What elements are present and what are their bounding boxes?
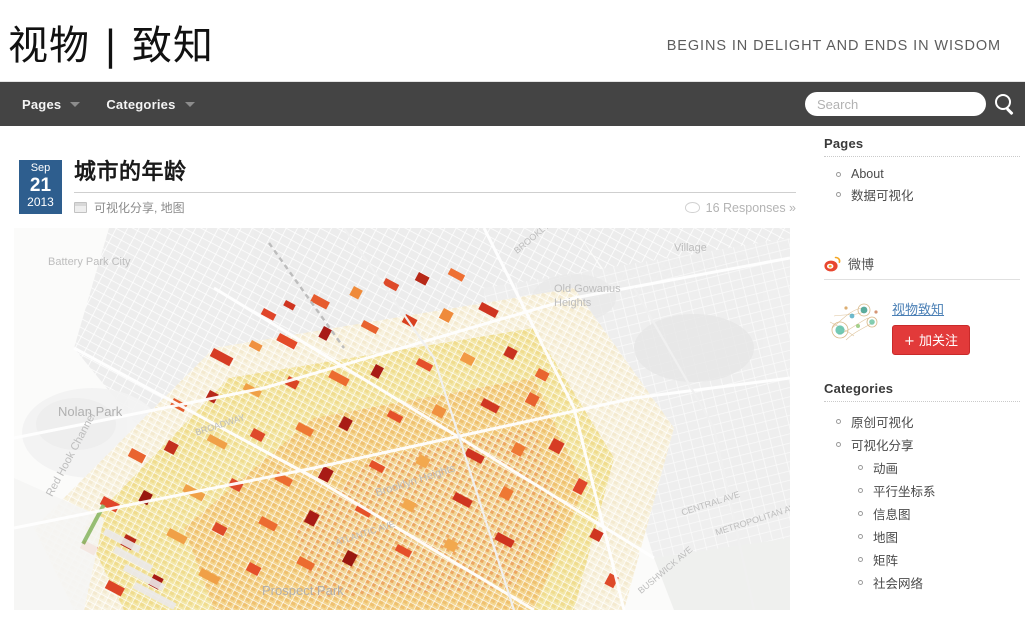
bullet-icon — [858, 534, 863, 539]
post-date-month: Sep — [30, 162, 51, 174]
categories-sub-list: 动画 平行坐标系 信息图 地图 矩阵 社会网络 — [836, 456, 1020, 594]
sidebar-item-original-visualization[interactable]: 原创可视化 — [836, 410, 1020, 433]
categories-list: 原创可视化 可视化分享 动画 平行坐标系 信息图 地图 矩阵 社会网络 — [824, 410, 1020, 594]
sidebar-item-social-network[interactable]: 社会网络 — [858, 571, 1020, 594]
page-body: Sep 21 2013 城市的年龄 可视化分享, 地图 16 Responses… — [0, 126, 1025, 632]
list-item: 矩阵 — [858, 548, 1020, 571]
post-responses-link[interactable]: 16 Responses » — [684, 200, 796, 215]
sidebar-item-infographic[interactable]: 信息图 — [858, 502, 1020, 525]
sidebar-item-label: 信息图 — [873, 508, 911, 522]
post-date-day: 21 — [29, 174, 52, 196]
nav-item-pages-label: Pages — [22, 96, 62, 112]
bullet-icon — [858, 488, 863, 493]
post-responses-text: 16 Responses » — [705, 200, 796, 215]
bullet-icon — [836, 192, 841, 197]
post-meta: 可视化分享, 地图 16 Responses » — [74, 192, 796, 216]
list-item: 数据可视化 — [836, 183, 1020, 206]
sidebar-item-label: 可视化分享 — [851, 439, 914, 453]
list-item: 信息图 — [858, 502, 1020, 525]
chevron-down-icon — [184, 101, 195, 107]
sidebar-item-label: 地图 — [873, 531, 899, 545]
widget-categories-title: Categories — [824, 381, 894, 396]
network-graph-avatar[interactable] — [824, 296, 886, 348]
post-article: Sep 21 2013 城市的年龄 可视化分享, 地图 16 Responses… — [14, 126, 796, 610]
weibo-username-link[interactable]: 视物致知 — [892, 299, 944, 318]
weibo-info: 视物致知 + 加关注 — [892, 296, 971, 355]
sidebar-item-label: 平行坐标系 — [873, 485, 936, 499]
sidebar-item-matrix[interactable]: 矩阵 — [858, 548, 1020, 571]
post-title-wrap: 城市的年龄 可视化分享, 地图 16 Responses » — [74, 160, 796, 216]
search-icon[interactable] — [993, 93, 1015, 115]
nyc-building-age-map[interactable]: Battery Park City Nolan Park Red Hook Ch… — [14, 228, 790, 610]
sidebar-item-label: 原创可视化 — [851, 416, 914, 430]
sidebar-item-label: 社会网络 — [873, 577, 924, 591]
widget-pages-title: Pages — [824, 136, 864, 151]
post-title[interactable]: 城市的年龄 — [74, 160, 796, 192]
bullet-icon — [858, 465, 863, 470]
site-header: 视物 | 致知 BEGINS IN DELIGHT AND ENDS IN WI… — [0, 0, 1025, 82]
list-item: 原创可视化 — [836, 410, 1020, 433]
weibo-title: 微博 — [848, 258, 875, 273]
map-graphic — [14, 228, 790, 610]
sidebar-item-parallel-coordinates[interactable]: 平行坐标系 — [858, 479, 1020, 502]
weibo-logo-icon — [824, 256, 841, 272]
post-date-year: 2013 — [27, 195, 54, 210]
sidebar-item-label: 矩阵 — [873, 554, 899, 568]
main-navigation-bar: Pages Categories — [0, 82, 1025, 126]
sidebar-item-visualization-sharing[interactable]: 可视化分享 — [836, 433, 1020, 456]
bullet-icon — [836, 171, 841, 177]
site-title[interactable]: 视物 | 致知 — [8, 13, 214, 71]
nav-item-categories[interactable]: Categories — [102, 97, 198, 112]
post-header: Sep 21 2013 城市的年龄 可视化分享, 地图 16 Responses… — [14, 160, 796, 224]
post-categories-text: 可视化分享, 地图 — [94, 201, 185, 216]
widget-categories: Categories 原创可视化 可视化分享 动画 平行坐标系 信息图 地图 矩… — [824, 381, 1020, 594]
widget-weibo: 微博 视物致知 + 加关注 — [824, 254, 1020, 355]
list-item: 平行坐标系 — [858, 479, 1020, 502]
sidebar-item-animation[interactable]: 动画 — [858, 456, 1020, 479]
sidebar-item-label: 数据可视化 — [851, 189, 914, 203]
search-input[interactable] — [805, 92, 986, 116]
folder-icon — [74, 202, 87, 214]
list-item: About — [836, 165, 1020, 183]
nav-item-list: Pages Categories — [18, 82, 217, 126]
comment-bubble-icon — [684, 202, 700, 214]
search-area — [805, 82, 1015, 126]
sidebar-item-label: About — [851, 167, 884, 181]
weibo-follow-button[interactable]: + 加关注 — [892, 325, 971, 355]
divider — [824, 401, 1020, 402]
site-tagline: BEGINS IN DELIGHT AND ENDS IN WISDOM — [666, 38, 1001, 54]
list-item: 可视化分享 动画 平行坐标系 信息图 地图 矩阵 社会网络 — [836, 433, 1020, 594]
nav-item-pages[interactable]: Pages — [18, 97, 84, 112]
sidebar-item-label: 动画 — [873, 462, 899, 476]
bullet-icon — [836, 419, 841, 424]
sidebar-item-map[interactable]: 地图 — [858, 525, 1020, 548]
list-item: 社会网络 — [858, 571, 1020, 594]
sidebar: Pages About 数据可视化 微博 视物致知 + 加关注 Categori… — [824, 126, 1020, 596]
bullet-icon — [858, 511, 863, 516]
list-item: 动画 — [858, 456, 1020, 479]
nav-item-categories-label: Categories — [106, 96, 176, 112]
post-date-badge: Sep 21 2013 — [19, 160, 62, 215]
chevron-down-icon — [70, 101, 81, 107]
sidebar-item-about[interactable]: About — [836, 165, 1020, 183]
weibo-header: 微博 — [824, 254, 1020, 279]
list-item: 地图 — [858, 525, 1020, 548]
weibo-profile-card: 视物致知 + 加关注 — [824, 288, 1020, 355]
divider — [824, 156, 1020, 157]
bullet-icon — [858, 557, 863, 562]
pages-list: About 数据可视化 — [824, 165, 1020, 206]
post-categories[interactable]: 可视化分享, 地图 — [74, 199, 185, 216]
widget-pages: Pages About 数据可视化 — [824, 136, 1020, 206]
bullet-icon — [836, 442, 841, 447]
bullet-icon — [858, 580, 863, 585]
divider — [824, 279, 1020, 280]
sidebar-item-data-visualization[interactable]: 数据可视化 — [836, 183, 1020, 206]
